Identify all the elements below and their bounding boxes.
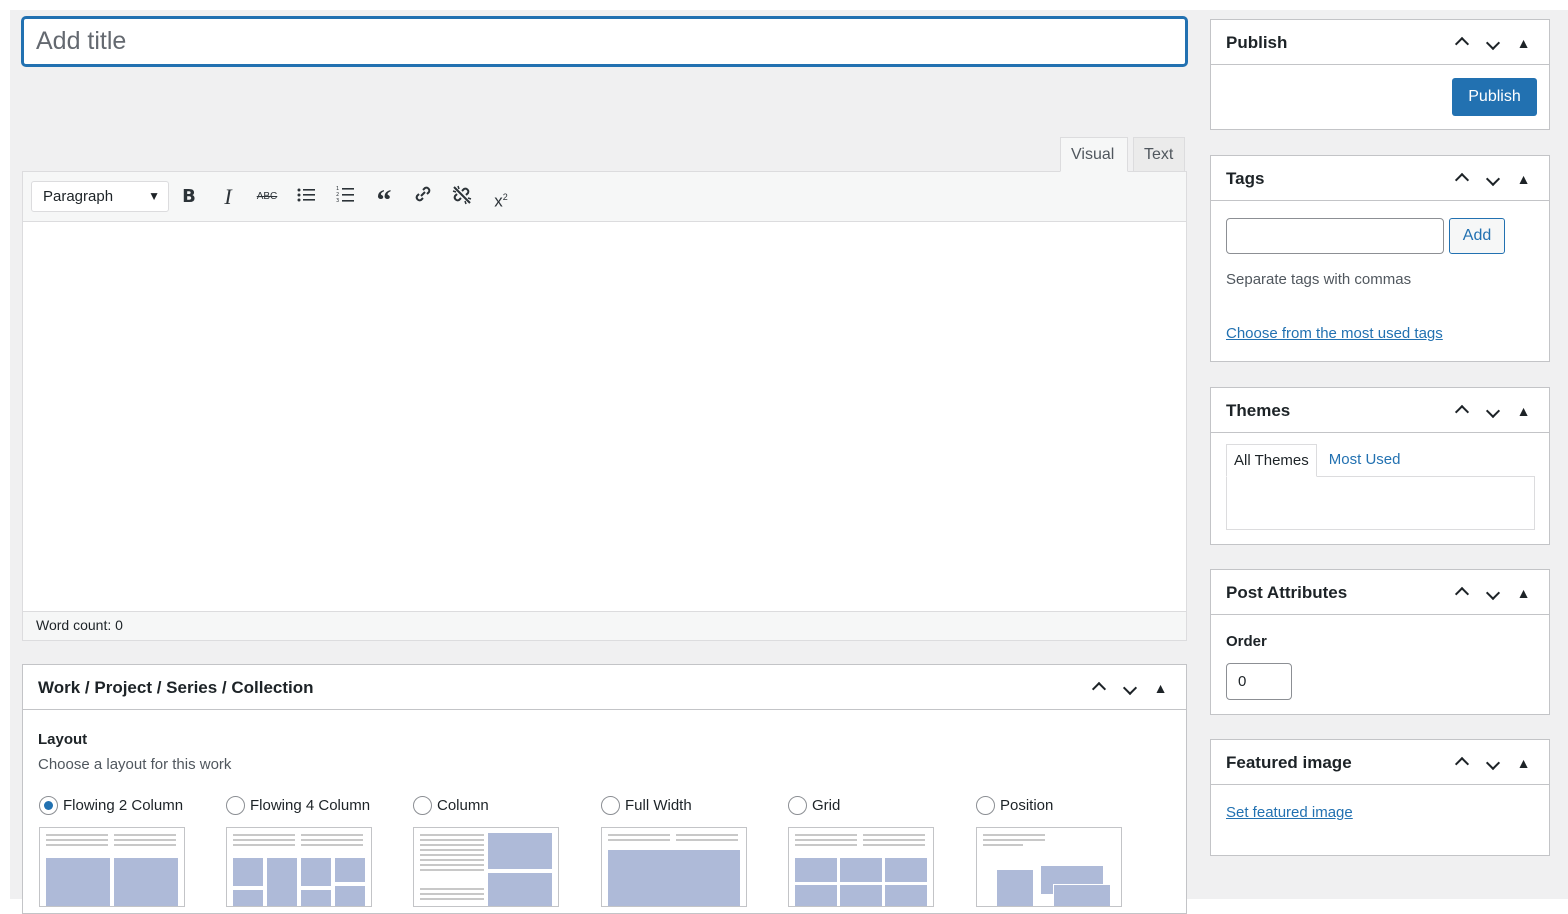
classic-editor: Paragraph ▼ B I ABC 123 “ x2 Word count:… [22, 171, 1187, 641]
layout-option-flowing-4[interactable]: Flowing 4 Column [226, 796, 370, 815]
link-icon[interactable] [409, 184, 437, 212]
publish-box: Publish ▲ Publish [1210, 19, 1550, 130]
tags-box: Tags ▲ Add Separate tags with commas Cho… [1210, 155, 1550, 362]
layout-option-flowing-2[interactable]: Flowing 2 Column [39, 796, 183, 815]
unlink-icon[interactable] [448, 184, 476, 212]
postbox-header: Themes ▲ [1211, 388, 1549, 433]
option-label: Flowing 2 Column [63, 797, 184, 814]
move-down-icon[interactable] [1477, 403, 1508, 419]
move-down-icon[interactable] [1477, 171, 1508, 187]
option-label: Flowing 4 Column [250, 797, 371, 814]
collapse-toggle-icon[interactable]: ▲ [1508, 35, 1539, 51]
work-box-title: Work / Project / Series / Collection [38, 678, 314, 697]
italic-icon[interactable]: I [214, 184, 242, 212]
editor-toolbar: Paragraph ▼ B I ABC 123 “ x2 [23, 172, 1186, 222]
layout-description: Choose a layout for this work [38, 756, 232, 773]
layout-option-column[interactable]: Column [413, 796, 489, 815]
move-down-icon[interactable] [1477, 755, 1508, 771]
work-project-box: Work / Project / Series / Collection ▲ L… [22, 664, 1187, 914]
order-input[interactable]: 0 [1226, 663, 1292, 700]
bold-icon[interactable]: B [175, 184, 203, 212]
move-up-icon[interactable] [1446, 169, 1477, 188]
radio-button[interactable] [976, 796, 995, 815]
tab-text[interactable]: Text [1133, 137, 1185, 172]
format-select[interactable]: Paragraph ▼ [31, 181, 169, 212]
tags-hint: Separate tags with commas [1226, 271, 1412, 288]
featured-image-box: Featured image ▲ Set featured image [1210, 739, 1550, 856]
layout-option-position[interactable]: Position [976, 796, 1053, 815]
tab-visual[interactable]: Visual [1060, 137, 1128, 172]
move-up-icon[interactable] [1446, 401, 1477, 420]
superscript-icon[interactable]: x2 [487, 184, 515, 212]
numbered-list-icon[interactable]: 123 [331, 184, 359, 212]
layout-thumbnail-flowing-2[interactable] [39, 827, 185, 907]
editor-content-area[interactable] [23, 222, 1186, 611]
radio-button[interactable] [413, 796, 432, 815]
layout-thumbnail-position[interactable] [976, 827, 1122, 907]
collapse-toggle-icon[interactable]: ▲ [1508, 171, 1539, 187]
add-tag-button[interactable]: Add [1449, 218, 1505, 254]
post-title-input[interactable]: Add title [22, 17, 1187, 66]
move-up-icon[interactable] [1446, 33, 1477, 52]
format-select-value: Paragraph [43, 188, 114, 205]
layout-option-full-width[interactable]: Full Width [601, 796, 692, 815]
blockquote-icon[interactable]: “ [370, 184, 398, 217]
set-featured-image-link[interactable]: Set featured image [1226, 804, 1353, 821]
collapse-toggle-icon[interactable]: ▲ [1508, 755, 1539, 771]
tag-input[interactable] [1226, 218, 1444, 254]
order-label: Order [1226, 633, 1267, 650]
collapse-toggle-icon[interactable]: ▲ [1145, 680, 1176, 696]
strikethrough-icon[interactable]: ABC [253, 184, 281, 212]
postbox-header: Post Attributes ▲ [1211, 570, 1549, 615]
tab-all-themes[interactable]: All Themes [1226, 444, 1317, 477]
layout-thumbnail-full-width[interactable] [601, 827, 747, 907]
option-label: Column [437, 797, 489, 814]
move-down-icon[interactable] [1477, 35, 1508, 51]
most-used-tags-link[interactable]: Choose from the most used tags [1226, 325, 1443, 342]
move-down-icon[interactable] [1114, 680, 1145, 696]
postbox-header: Tags ▲ [1211, 156, 1549, 201]
option-label: Grid [812, 797, 841, 814]
move-up-icon[interactable] [1083, 678, 1114, 697]
collapse-toggle-icon[interactable]: ▲ [1508, 585, 1539, 601]
layout-option-grid[interactable]: Grid [788, 796, 840, 815]
layout-thumbnail-grid[interactable] [788, 827, 934, 907]
layout-thumbnail-column[interactable] [413, 827, 559, 907]
bullet-list-icon[interactable] [292, 184, 320, 212]
radio-button[interactable] [39, 796, 58, 815]
word-count: Word count: 0 [23, 611, 1186, 640]
postbox-header: Publish ▲ [1211, 20, 1549, 65]
postbox-header: Work / Project / Series / Collection ▲ [23, 665, 1186, 710]
radio-button[interactable] [601, 796, 620, 815]
postbox-header: Featured image ▲ [1211, 740, 1549, 785]
collapse-toggle-icon[interactable]: ▲ [1508, 403, 1539, 419]
move-down-icon[interactable] [1477, 585, 1508, 601]
post-attributes-box: Post Attributes ▲ Order 0 [1210, 569, 1550, 715]
radio-button[interactable] [788, 796, 807, 815]
move-up-icon[interactable] [1446, 583, 1477, 602]
tab-most-used[interactable]: Most Used [1317, 444, 1408, 477]
radio-button[interactable] [226, 796, 245, 815]
themes-checklist [1226, 476, 1535, 530]
dropdown-arrow-icon: ▼ [148, 189, 160, 203]
option-label: Full Width [625, 797, 692, 814]
layout-thumbnail-flowing-4[interactable] [226, 827, 372, 907]
layout-label: Layout [38, 731, 88, 748]
option-label: Position [1000, 797, 1054, 814]
publish-button[interactable]: Publish [1452, 78, 1537, 116]
themes-box: Themes ▲ All Themes Most Used [1210, 387, 1550, 545]
move-up-icon[interactable] [1446, 753, 1477, 772]
svg-text:3: 3 [336, 198, 339, 203]
